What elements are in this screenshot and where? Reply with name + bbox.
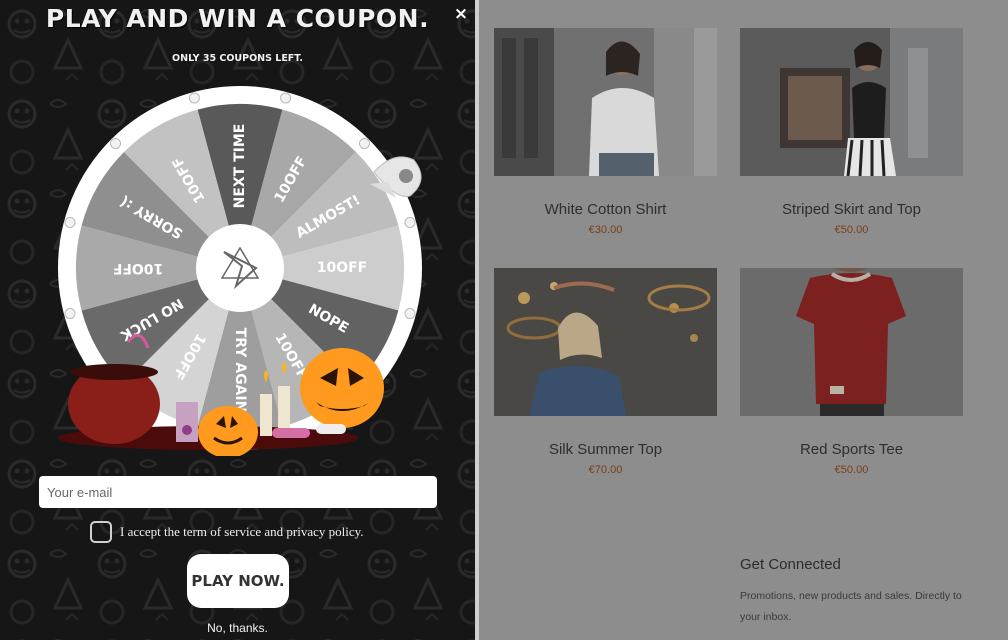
prize-wheel[interactable]: NEXT TIME 10OFFALMOST!10OFFNOPE10OFFTRY A… — [58, 86, 423, 456]
product-card[interactable]: Red Sports Tee €50.00 — [740, 268, 963, 476]
product-price: €70.00 — [588, 464, 623, 476]
product-image[interactable] — [740, 268, 963, 416]
newsletter-section: Get Connected Promotions, new products a… — [740, 556, 980, 628]
popup-title: PLAY AND WIN A COUPON. — [45, 4, 430, 33]
wheel-peg — [404, 308, 416, 320]
popup-scrollbar[interactable] — [475, 0, 479, 640]
product-name[interactable]: Red Sports Tee — [740, 441, 963, 458]
product-card[interactable]: White Cotton Shirt €30.00 — [494, 28, 717, 236]
product-price: €30.00 — [588, 224, 623, 236]
wheel-segment-label: 10OFF — [113, 260, 164, 276]
wheel-segment-label: NEXT TIME — [232, 124, 248, 209]
newsletter-heading: Get Connected — [740, 556, 841, 573]
no-thanks-link[interactable]: No, thanks. — [0, 621, 475, 635]
product-image[interactable] — [494, 28, 717, 176]
wheel-center-hub — [196, 224, 284, 312]
wheel-peg — [280, 92, 292, 104]
product-card[interactable]: Silk Summer Top €70.00 — [494, 268, 717, 476]
coupons-left-text: ONLY 35 COUPONS LEFT. — [172, 53, 303, 64]
product-card[interactable]: Striped Skirt and Top €50.00 — [740, 28, 963, 236]
close-icon[interactable]: × — [452, 4, 470, 24]
wheel-peg — [64, 308, 76, 320]
wheel-segment-label: 10OFF — [317, 260, 368, 276]
consent-label[interactable]: I accept the term of service and privacy… — [120, 524, 364, 540]
product-name[interactable]: Silk Summer Top — [494, 441, 717, 458]
wheel-segment-label: TRY AGAIN — [232, 328, 248, 413]
play-now-button[interactable]: PLAY NOW. — [187, 554, 289, 608]
product-name[interactable]: White Cotton Shirt — [494, 201, 717, 218]
product-price: €50.00 — [834, 464, 869, 476]
email-input[interactable] — [39, 476, 437, 508]
wheel-peg — [358, 138, 370, 150]
coupon-popup: PLAY AND WIN A COUPON. ONLY 35 COUPONS L… — [0, 0, 475, 640]
newsletter-text: Promotions, new products and sales. Dire… — [740, 590, 962, 623]
wheel-peg — [64, 216, 76, 228]
consent-row: I accept the term of service and privacy… — [90, 520, 364, 544]
wheel-peg — [188, 92, 200, 104]
wheel-peg — [110, 138, 122, 150]
product-price: €50.00 — [834, 224, 869, 236]
product-name[interactable]: Striped Skirt and Top — [740, 201, 963, 218]
consent-checkbox[interactable] — [90, 521, 112, 543]
product-image[interactable] — [494, 268, 717, 416]
product-image[interactable] — [740, 28, 963, 176]
wheel-peg — [404, 216, 416, 228]
